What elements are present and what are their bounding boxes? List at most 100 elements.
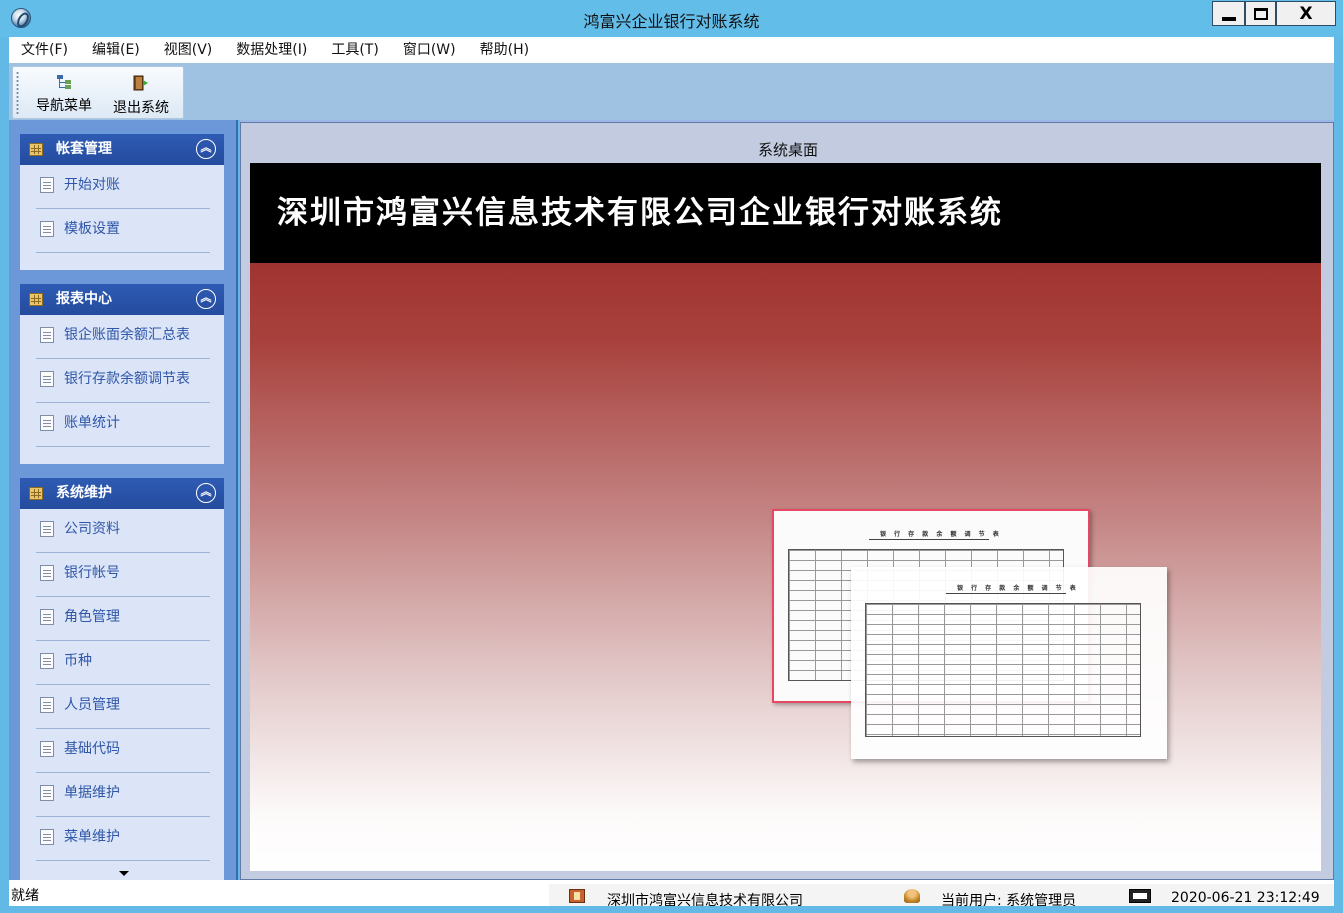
clock-icon: [1129, 889, 1151, 903]
title-bar: 鸿富兴企业银行对账系统 X: [0, 0, 1343, 37]
navigation-panel: 帐套管理 ︽ 开始对账 模板设置 报表中心 ︽ 银企账面余额汇总表 银行存款余额…: [9, 120, 238, 880]
company-icon: [569, 889, 585, 903]
maximize-icon: [1253, 7, 1268, 20]
desktop-window: 系统桌面 深圳市鸿富兴信息技术有限公司企业银行对账系统 银 行 存 款 余 额 …: [240, 122, 1334, 880]
exit-system-label: 退出系统: [113, 100, 169, 116]
document-icon: [40, 521, 54, 537]
user-icon: [904, 889, 920, 903]
maximize-button[interactable]: [1245, 1, 1276, 26]
tool-strip: 导航菜单 退出系统: [12, 66, 184, 119]
nav-item-label: 基础代码: [64, 741, 120, 757]
menu-bar: 文件(F) 编辑(E) 视图(V) 数据处理(I) 工具(T) 窗口(W) 帮助…: [9, 37, 1334, 63]
title-underline: [869, 539, 989, 540]
exit-system-button[interactable]: 退出系统: [109, 75, 173, 119]
status-ready: 就绪: [11, 888, 39, 904]
menu-tools[interactable]: 工具(T): [319, 37, 390, 63]
nav-item-balance-summary[interactable]: 银企账面余额汇总表: [36, 315, 210, 359]
nav-item-start-reconciliation[interactable]: 开始对账: [36, 165, 210, 209]
document-icon: [40, 741, 54, 757]
group-system-maintenance: 系统维护 ︽ 公司资料 银行帐号 角色管理 币种 人员管理 基础代码 单据维护 …: [20, 478, 224, 880]
menu-window[interactable]: 窗口(W): [391, 37, 468, 63]
minimize-button[interactable]: [1212, 1, 1245, 26]
document-icon: [40, 177, 54, 193]
window-title: 鸿富兴企业银行对账系统: [583, 12, 760, 31]
close-button[interactable]: X: [1276, 1, 1336, 26]
desktop-title: 系统桌面: [757, 141, 818, 159]
grid-icon: [29, 143, 43, 156]
document-icon: [40, 609, 54, 625]
collapse-icon[interactable]: ︽: [196, 139, 216, 159]
nav-item-label: 银行帐号: [64, 565, 120, 581]
tree-menu-icon: [57, 75, 71, 89]
nav-item-label: 银行存款余额调节表: [64, 371, 190, 387]
main-area: 系统桌面 深圳市鸿富兴信息技术有限公司企业银行对账系统 银 行 存 款 余 额 …: [240, 120, 1334, 880]
collapse-icon[interactable]: ︽: [196, 483, 216, 503]
document-icon: [40, 565, 54, 581]
nav-item-reconciliation-statement[interactable]: 银行存款余额调节表: [36, 359, 210, 403]
title-underline-2: [946, 593, 1066, 594]
nav-item-label: 单据维护: [64, 785, 120, 801]
scroll-down-arrow-icon[interactable]: [119, 871, 129, 876]
group-report-center: 报表中心 ︽ 银企账面余额汇总表 银行存款余额调节表 账单统计: [20, 284, 224, 464]
nav-item-bill-statistics[interactable]: 账单统计: [36, 403, 210, 447]
group-title: 系统维护: [56, 485, 112, 501]
group-title: 报表中心: [56, 291, 112, 307]
document-icon: [40, 327, 54, 343]
nav-item-label: 公司资料: [64, 521, 120, 537]
group-header-account-management[interactable]: 帐套管理 ︽: [20, 134, 224, 165]
paper-table-grid-2: [865, 603, 1141, 737]
nav-item-base-codes[interactable]: 基础代码: [36, 729, 210, 773]
banner: 深圳市鸿富兴信息技术有限公司企业银行对账系统: [250, 163, 1321, 263]
nav-item-label: 角色管理: [64, 609, 120, 625]
nav-item-label: 银企账面余额汇总表: [64, 327, 190, 343]
nav-item-template-settings[interactable]: 模板设置: [36, 209, 210, 253]
paper-title-2: 银 行 存 款 余 额 调 节 表: [957, 585, 1079, 592]
banner-title: 深圳市鸿富兴信息技术有限公司企业银行对账系统: [277, 195, 1003, 231]
nav-item-label: 账单统计: [64, 415, 120, 431]
document-icon: [40, 697, 54, 713]
nav-item-label: 人员管理: [64, 697, 120, 713]
group-header-system-maintenance[interactable]: 系统维护 ︽: [20, 478, 224, 509]
menu-file[interactable]: 文件(F): [9, 37, 80, 63]
document-icon: [40, 785, 54, 801]
grid-icon: [29, 293, 43, 306]
status-bar: 就绪 深圳市鸿富兴信息技术有限公司 当前用户: 系统管理员 2020-06-21…: [9, 880, 1334, 909]
document-icon: [40, 829, 54, 845]
document-icon: [40, 653, 54, 669]
document-icon: [40, 415, 54, 431]
nav-item-menu-maintenance[interactable]: 菜单维护: [36, 817, 210, 861]
nav-item-role-management[interactable]: 角色管理: [36, 597, 210, 641]
menu-edit[interactable]: 编辑(E): [80, 37, 152, 63]
status-datetime: 2020-06-21 23:12:49: [1171, 890, 1320, 906]
nav-item-document-maintenance[interactable]: 单据维护: [36, 773, 210, 817]
nav-item-bank-account[interactable]: 银行帐号: [36, 553, 210, 597]
desktop-canvas: 深圳市鸿富兴信息技术有限公司企业银行对账系统 银 行 存 款 余 额 调 节 表…: [250, 163, 1321, 871]
toolbar-grip-handle[interactable]: [16, 71, 19, 115]
nav-item-staff-management[interactable]: 人员管理: [36, 685, 210, 729]
nav-item-company-info[interactable]: 公司资料: [36, 509, 210, 553]
nav-menu-label: 导航菜单: [36, 98, 92, 114]
menu-view[interactable]: 视图(V): [152, 37, 225, 63]
document-icon: [40, 221, 54, 237]
nav-menu-button[interactable]: 导航菜单: [33, 75, 95, 119]
nav-item-currency[interactable]: 币种: [36, 641, 210, 685]
nav-item-label: 币种: [64, 653, 92, 669]
exit-door-icon: [133, 75, 149, 91]
menu-help[interactable]: 帮助(H): [468, 37, 541, 63]
collapse-icon[interactable]: ︽: [196, 289, 216, 309]
document-icon: [40, 371, 54, 387]
group-account-management: 帐套管理 ︽ 开始对账 模板设置: [20, 134, 224, 270]
nav-item-label: 模板设置: [64, 221, 120, 237]
menu-data-processing[interactable]: 数据处理(I): [224, 37, 319, 63]
group-title: 帐套管理: [56, 141, 112, 157]
window-bottom-border: [0, 906, 1343, 913]
toolbar: 导航菜单 退出系统: [9, 63, 1334, 120]
status-info: 深圳市鸿富兴信息技术有限公司 当前用户: 系统管理员 2020-06-21 23…: [549, 884, 1334, 909]
nav-item-label: 菜单维护: [64, 829, 120, 845]
nav-item-label: 开始对账: [64, 177, 120, 193]
group-header-report-center[interactable]: 报表中心 ︽: [20, 284, 224, 315]
grid-icon: [29, 487, 43, 500]
minimize-icon: [1221, 16, 1236, 21]
report-preview-image-2: 银 行 存 款 余 额 调 节 表: [851, 567, 1167, 759]
paper-title: 银 行 存 款 余 额 调 节 表: [880, 531, 1002, 538]
